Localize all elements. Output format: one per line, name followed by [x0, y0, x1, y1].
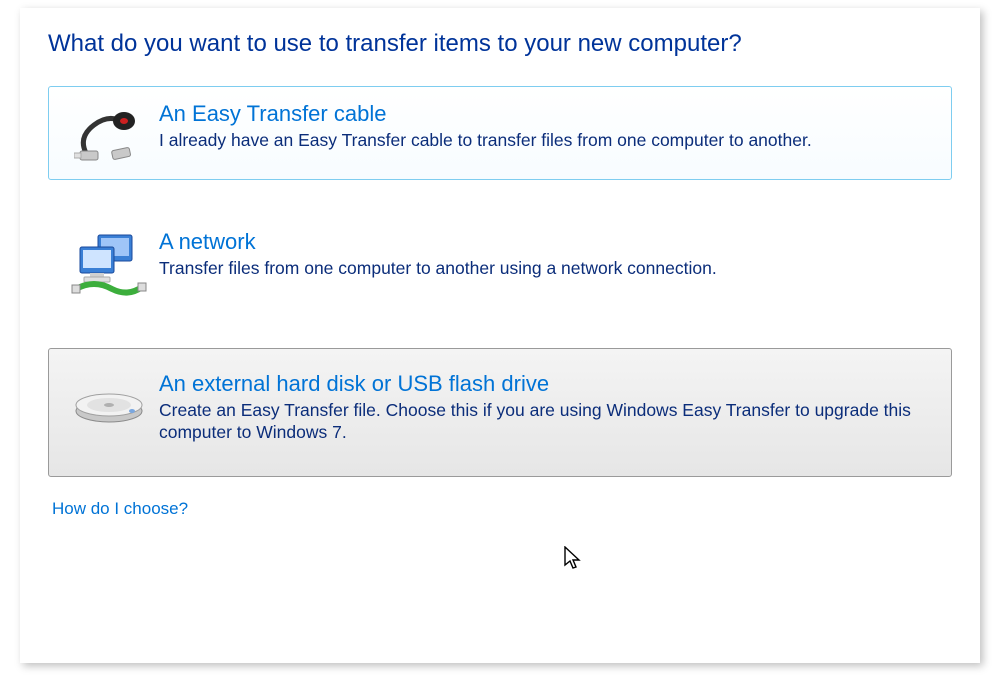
wizard-panel: What do you want to use to transfer item… [20, 8, 980, 663]
option-title: A network [159, 229, 935, 255]
page-heading: What do you want to use to transfer item… [48, 30, 952, 58]
option-description: Create an Easy Transfer file. Choose thi… [159, 399, 935, 444]
option-description: I already have an Easy Transfer cable to… [159, 129, 935, 151]
cursor-icon [564, 546, 584, 572]
option-easy-transfer-cable[interactable]: An Easy Transfer cable I already have an… [48, 86, 952, 180]
option-text: A network Transfer files from one comput… [153, 229, 935, 279]
option-text: An Easy Transfer cable I already have an… [153, 101, 935, 151]
option-text: An external hard disk or USB flash drive… [153, 371, 935, 444]
option-title: An Easy Transfer cable [159, 101, 935, 127]
option-title: An external hard disk or USB flash drive [159, 371, 935, 397]
cable-icon [65, 101, 153, 165]
help-link-how-do-i-choose[interactable]: How do I choose? [52, 499, 188, 519]
option-description: Transfer files from one computer to anot… [159, 257, 935, 279]
network-icon [65, 229, 153, 299]
external-disk-icon [65, 371, 153, 425]
option-network[interactable]: A network Transfer files from one comput… [48, 214, 952, 314]
option-external-disk[interactable]: An external hard disk or USB flash drive… [48, 348, 952, 477]
